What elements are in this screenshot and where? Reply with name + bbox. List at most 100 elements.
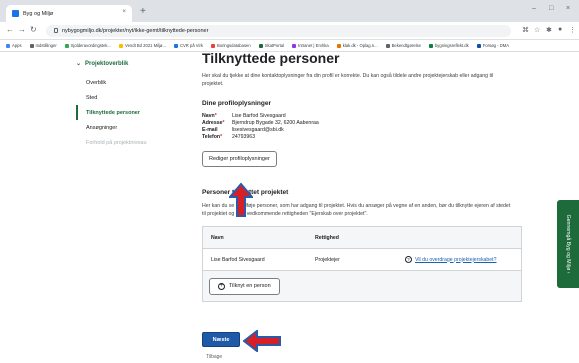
star-icon[interactable]: ☆ — [534, 26, 540, 34]
bookmark-item[interactable]: Boringsdatabasen — [210, 43, 251, 48]
sidebar-item-overblik[interactable]: Overblik — [76, 75, 181, 90]
bookmark-item[interactable]: klak.dk - Oplag.n... — [336, 43, 378, 48]
feedback-side-tab-label: Gennemgå Byg og Miljø › — [565, 214, 571, 274]
field-label-text: Adresse — [202, 120, 223, 126]
person-right: Projektejer — [315, 256, 340, 263]
bookmark-favicon-icon — [385, 43, 390, 48]
field-label: Adresse* — [202, 120, 232, 127]
annotation-arrow-left-icon — [243, 330, 281, 352]
bookmark-item[interactable]: Intranet | Ervhka — [292, 43, 329, 48]
add-person-button[interactable]: + Tilknyt en person — [209, 277, 280, 295]
bookmark-label: bygningsreflekt.dk — [434, 43, 469, 48]
next-button[interactable]: Næste — [202, 332, 240, 347]
transfer-ownership-link[interactable]: ? Vil du overdrage projektejerskabet? — [405, 256, 513, 263]
menu-dots-icon[interactable]: ⋮ — [569, 26, 576, 34]
sidebar-item-label: Sted — [86, 94, 98, 101]
field-label-text: E-mail — [202, 127, 218, 133]
profile-field-address: Adresse* Bjerndrup Bygade 32, 6200 Aaben… — [202, 120, 522, 127]
profile-fields: Navn* Lise Barfod Sivesgaard Adresse* Bj… — [202, 113, 522, 141]
column-header-name: Navn — [211, 234, 224, 241]
sidebar-item-label: Tilknyttede personer — [86, 109, 140, 116]
field-label: Telefon* — [202, 134, 232, 141]
bookmark-favicon-icon — [258, 43, 263, 48]
field-value: Lise Barfod Sivesgaard — [232, 113, 286, 119]
table-footer: + Tilknyt en person — [203, 271, 521, 301]
forward-arrow-icon[interactable]: → — [18, 25, 26, 34]
required-mark: * — [220, 134, 223, 140]
plus-circle-icon: + — [218, 282, 225, 290]
maximize-icon[interactable]: □ — [549, 5, 553, 12]
column-header-right: Rettighed — [315, 234, 339, 241]
page-title: Tilknyttede personer — [202, 50, 340, 66]
help-circle-icon: ? — [405, 256, 412, 263]
url-field[interactable]: nybygogmiljo.dk/projekter/nyt/ikke-gemt/… — [46, 25, 511, 37]
bookmark-favicon-icon — [64, 43, 69, 48]
field-label: E-mail — [202, 127, 232, 134]
sidebar-item-forhold-paa-projektniveau: Forhold på projektniveau — [76, 135, 181, 150]
bookmark-item[interactable]: Apps — [6, 43, 22, 48]
bookmark-favicon-icon — [476, 43, 481, 48]
profile-field-phone: Telefon* 24793963 — [202, 134, 522, 141]
new-tab-icon[interactable]: + — [140, 6, 146, 17]
bookmark-label: Boringsdatabasen — [216, 43, 251, 48]
field-value: lisesivesgaard@sbi.dk — [232, 127, 284, 133]
window-close-icon[interactable]: × — [566, 5, 570, 12]
browser-tabbar: Byg og Miljø × + – □ × — [0, 0, 579, 22]
edit-profile-button[interactable]: Rediger profiloplysninger — [202, 151, 277, 167]
reload-icon[interactable]: ↻ — [30, 25, 37, 34]
bookmark-label: Intranet | Ervhka — [298, 43, 329, 48]
field-value: Bjerndrup Bygade 32, 6200 Aabenraa — [232, 120, 319, 126]
required-mark: * — [214, 113, 217, 119]
sidebar-section-projektoverblik[interactable]: ⌄ Projektoverblik — [76, 60, 181, 68]
sidebar-item-sted[interactable]: Sted — [76, 90, 181, 105]
sidebar-item-tilknyttede-personer[interactable]: Tilknyttede personer — [76, 105, 181, 120]
translate-icon[interactable]: ⌘ — [522, 26, 529, 34]
profile-field-name: Navn* Lise Barfod Sivesgaard — [202, 113, 522, 120]
feedback-side-tab[interactable]: Gennemgå Byg og Miljø › — [557, 200, 579, 288]
bookmark-favicon-icon — [428, 43, 433, 48]
site-favicon-icon — [12, 10, 19, 17]
sidebar: ⌄ Projektoverblik Overblik Sted Tilknytt… — [76, 60, 181, 150]
bookmark-item[interactable]: CVR på Virk — [173, 43, 203, 48]
bookmark-favicon-icon — [292, 43, 297, 48]
profile-avatar-icon[interactable]: ● — [558, 26, 562, 33]
extension-icon[interactable]: ✱ — [546, 26, 552, 34]
bookmark-label: Forsøg - DMA — [482, 43, 510, 48]
tab-close-icon[interactable]: × — [122, 9, 126, 15]
minimize-icon[interactable]: – — [532, 5, 536, 12]
back-arrow-icon[interactable]: ← — [6, 25, 14, 34]
bookmark-item[interactable]: SkatPortal — [258, 43, 284, 48]
bookmark-favicon-icon — [29, 43, 34, 48]
bookmark-label: Indstillinger — [35, 43, 57, 48]
sidebar-item-label: Forhold på projektniveau — [86, 139, 147, 146]
bookmark-label: CVR på Virk — [179, 43, 203, 48]
address-bar: ← → ↻ nybygogmiljo.dk/projekter/nyt/ikke… — [0, 22, 579, 40]
sidebar-item-label: Ansøgninger — [86, 124, 118, 131]
bookmark-label: klak.dk - Oplag.n... — [342, 43, 378, 48]
bookmark-item[interactable]: Vendt Bd 2021 Miljø... — [119, 43, 166, 48]
main-content: Tilknyttede personer Her skal du tjekke … — [202, 50, 522, 302]
back-link[interactable]: Tilbage — [206, 354, 222, 360]
bookmark-item[interactable]: Forsøg - DMA — [476, 43, 510, 48]
field-label-text: Navn — [202, 113, 215, 119]
person-name: Lise Barfod Sivesgaard — [211, 256, 265, 263]
bookmark-label: Vendt Bd 2021 Miljø... — [125, 43, 166, 48]
add-person-label: Tilknyt en person — [229, 283, 271, 289]
bookmark-label: Bekendtgørelse — [391, 43, 421, 48]
bookmark-item[interactable]: Bekendtgørelse — [385, 43, 421, 48]
transfer-ownership-link-text: Vil du overdrage projektejerskabet? — [415, 256, 497, 263]
bookmark-item[interactable]: bygningsreflekt.dk — [428, 43, 469, 48]
bookmark-item[interactable]: Indstillinger — [29, 43, 57, 48]
required-mark: * — [222, 120, 225, 126]
persons-table: Navn Rettighed Lise Barfod Sivesgaard Pr… — [202, 226, 522, 302]
table-header-row: Navn Rettighed — [203, 227, 521, 249]
annotation-arrow-up-icon — [229, 183, 253, 217]
sidebar-section-label: Projektoverblik — [85, 60, 129, 67]
browser-tab[interactable]: Byg og Miljø × — [6, 5, 132, 22]
profile-field-email: E-mail lisesivesgaard@sbi.dk — [202, 127, 522, 134]
bookmark-item[interactable]: Sjolderavordingstek... — [64, 43, 111, 48]
bookmark-favicon-icon — [6, 43, 10, 48]
bookmark-favicon-icon — [173, 43, 178, 48]
bookmark-favicon-icon — [210, 43, 215, 48]
sidebar-item-ansoegninger[interactable]: Ansøgninger — [76, 120, 181, 135]
